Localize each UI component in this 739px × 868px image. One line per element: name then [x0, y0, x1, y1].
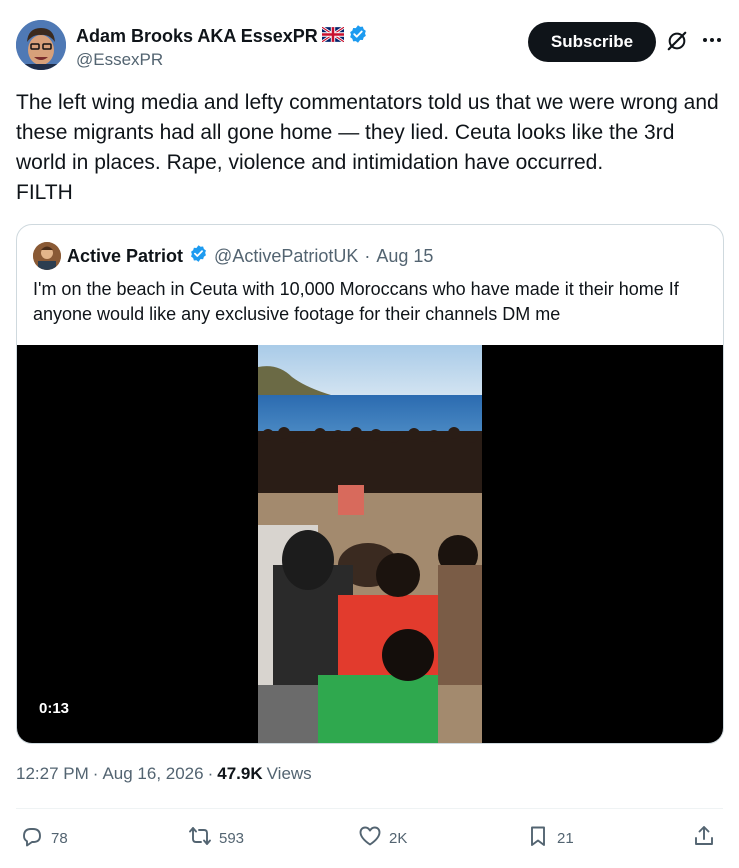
verified-badge-icon[interactable] — [348, 24, 368, 49]
grok-icon[interactable] — [666, 30, 688, 52]
separator-dot: · — [364, 245, 371, 266]
video-duration: 0:13 — [33, 697, 76, 720]
views-count: 47.9K — [217, 764, 263, 783]
tweet-text: The left wing media and lefty commentato… — [16, 91, 719, 204]
quoted-tweet-date: Aug 15 — [376, 245, 434, 266]
quoted-tweet-text: I'm on the beach in Ceuta with 10,000 Mo… — [33, 279, 679, 324]
author-name[interactable]: Adam Brooks AKA EssexPR — [76, 26, 318, 47]
verified-badge-icon — [189, 244, 208, 268]
reply-count: 78 — [51, 829, 68, 847]
heart-icon — [358, 824, 382, 852]
share-button[interactable] — [692, 824, 716, 852]
quoted-author-handle: @ActivePatriotUK — [214, 245, 359, 266]
quoted-tweet[interactable]: Active Patriot @ActivePatriotUK · Aug 15… — [16, 224, 724, 744]
tweet-meta: 12:27 PM · Aug 16, 2026 · 47.9K Views — [16, 764, 312, 784]
reply-icon — [20, 824, 44, 852]
tweet-header: Adam Brooks AKA EssexPR @EssexPR Subscri… — [16, 20, 723, 72]
repost-icon — [188, 824, 212, 852]
reply-button[interactable]: 78 — [20, 824, 68, 852]
quoted-tweet-header: Active Patriot @ActivePatriotUK · Aug 15 — [33, 241, 433, 271]
quoted-author-name: Active Patriot — [67, 245, 184, 266]
author-avatar[interactable] — [16, 20, 66, 70]
repost-count: 593 — [219, 829, 245, 847]
tweet-time[interactable]: 12:27 PM — [16, 764, 89, 784]
more-dots-icon[interactable] — [700, 28, 724, 52]
bookmark-count: 21 — [557, 829, 574, 847]
bookmark-icon — [526, 824, 550, 852]
separator-dot: · — [92, 764, 99, 783]
author-handle[interactable]: @EssexPR — [76, 50, 163, 70]
bookmark-button[interactable]: 21 — [526, 824, 574, 852]
subscribe-button[interactable]: Subscribe — [528, 22, 656, 62]
quoted-author-avatar — [33, 242, 61, 270]
share-icon — [692, 824, 716, 852]
uk-flag-icon — [320, 25, 345, 47]
views-label: Views — [266, 764, 312, 783]
separator-dot: · — [207, 764, 214, 783]
video-player[interactable]: 0:13 — [17, 345, 723, 743]
like-count: 2K — [389, 829, 408, 847]
divider — [16, 808, 723, 809]
repost-button[interactable]: 593 — [188, 824, 244, 852]
video-thumbnail — [258, 345, 482, 743]
author-name-row: Adam Brooks AKA EssexPR — [76, 24, 368, 49]
like-button[interactable]: 2K — [358, 824, 407, 852]
tweet-date[interactable]: Aug 16, 2026 — [102, 764, 203, 784]
action-bar: 78 593 2K 21 — [16, 822, 723, 858]
